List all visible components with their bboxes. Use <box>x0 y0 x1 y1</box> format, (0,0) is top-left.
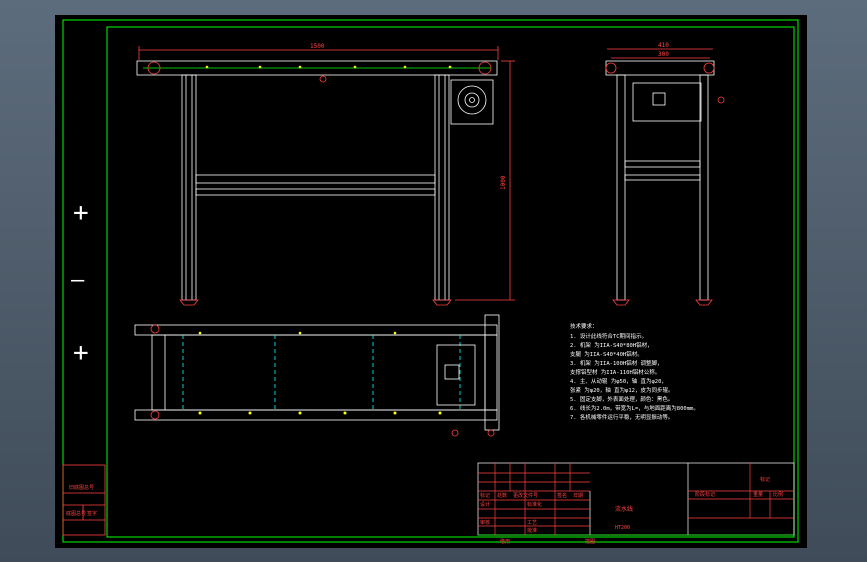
note-line: 4. 主、从动辊 为φ50，轴 直为φ20， <box>570 377 667 385</box>
dim-height-label: 1000 <box>500 175 507 190</box>
note-line: 张紧 为φ20，轴 直为φ12，皮为同步辊。 <box>570 386 674 394</box>
header-cell: 日期 <box>573 493 583 499</box>
inner-border <box>106 26 795 538</box>
notes-title: 技术要求： <box>570 322 598 330</box>
right-cell: 阶段标记 <box>695 491 715 498</box>
header-cell: 签名 <box>557 492 567 499</box>
note-line: 7. 各机械零件运行平稳，无明显振动等。 <box>570 413 673 421</box>
left-stamp: 旧底图总号 底图总号 签字 <box>62 464 106 536</box>
role-cell: 设计 <box>480 501 490 508</box>
note-line: 支腿 为IIA-S40*40H铝材。 <box>570 350 643 358</box>
footer-cell: 借用 <box>500 538 510 545</box>
zoom-in-icon[interactable]: + <box>73 198 89 228</box>
dim-side-outer: 410 <box>658 42 669 49</box>
stamp-cell: 签字 <box>87 510 97 517</box>
dim-side-inner: 300 <box>658 51 669 58</box>
title-block: 标记 处数 更改文件号 签名 日期 设计 标准化 审核 工艺 批准 阶段标记 重… <box>477 462 795 545</box>
stamp-cell: 旧底图总号 <box>69 484 94 491</box>
front-view: 1500 1000 <box>136 43 515 306</box>
role-cell: 标准化 <box>527 501 542 508</box>
label-top: 标记 <box>760 476 770 483</box>
header-cell: 处数 <box>497 492 507 499</box>
technical-notes: 技术要求： 1. 设计此线符合TC期间指示。 2. 机架 为IIA-S40*80… <box>570 322 699 421</box>
note-line: 3. 机架 为IIA-100H铝材 调整脚， <box>570 359 663 367</box>
zoom-in-icon-2[interactable]: + <box>73 338 89 368</box>
right-cell: 比例 <box>773 491 783 498</box>
drawing-name: 流水线 <box>615 505 633 513</box>
zoom-controls[interactable]: + — + <box>71 198 89 368</box>
header-cell: 标记 <box>480 492 490 499</box>
note-line: 6. 线长为2.0m，带宽为L=，与地面距离为800mm。 <box>570 404 699 412</box>
top-view <box>134 314 500 437</box>
header-cell: 更改文件号 <box>513 492 538 499</box>
zoom-reset-icon[interactable]: — <box>71 268 85 293</box>
side-view: 410 300 <box>605 42 725 306</box>
drawing-sheet: + — + 1500 1000 410 300 技术要求： 1. 设计此线符合T… <box>55 15 807 548</box>
footer-cell: 描图 <box>585 538 595 545</box>
dim-length-label: 1500 <box>310 43 325 50</box>
note-line: 1. 设计此线符合TC期间指示。 <box>570 332 647 340</box>
stamp-cell: 底图总号 <box>66 510 86 517</box>
material: HT200 <box>615 525 630 531</box>
role-cell: 审核 <box>480 519 490 526</box>
cad-drawing: + — + 1500 1000 410 300 技术要求： 1. 设计此线符合T… <box>62 19 799 545</box>
role-cell: 工艺 <box>527 520 537 526</box>
note-line: 支撑铝型材 为IIA-110H铝材公称。 <box>570 368 660 376</box>
role-cell: 批准 <box>527 527 537 534</box>
right-cell: 重量 <box>753 491 763 498</box>
note-line: 5. 固定支脚，外表面处理，颜色：黑色。 <box>570 395 673 403</box>
note-line: 2. 机架 为IIA-S40*80H铝材， <box>570 341 653 349</box>
